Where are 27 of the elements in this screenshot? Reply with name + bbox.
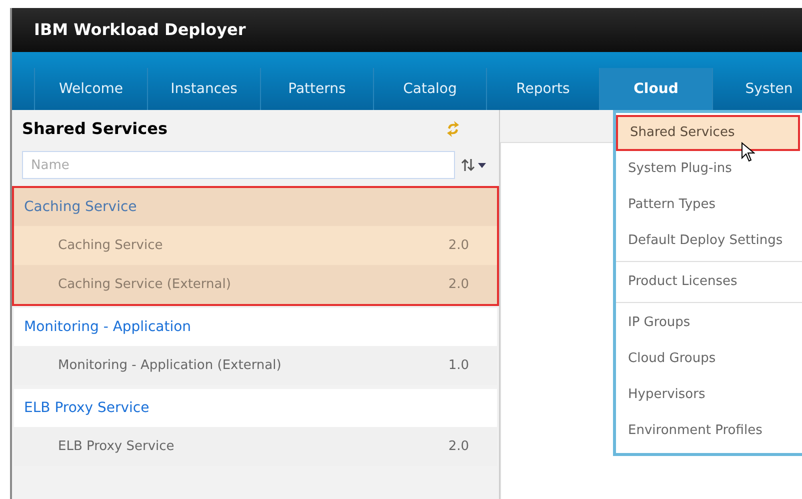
service-row[interactable]: Caching Service 2.0	[14, 226, 497, 265]
app-title: IBM Workload Deployer	[34, 19, 246, 41]
name-search-field[interactable]: Name	[22, 151, 455, 179]
service-name: Caching Service	[58, 236, 163, 255]
mouse-pointer-icon	[741, 142, 755, 162]
service-version: 2.0	[448, 438, 469, 456]
nav-tab[interactable]: Cloud	[599, 68, 712, 110]
service-name: ELB Proxy Service	[58, 438, 174, 456]
service-group-link[interactable]: ELB Proxy Service	[24, 398, 150, 418]
service-group-link[interactable]: Caching Service	[24, 196, 137, 218]
service-name: Caching Service (External)	[58, 276, 231, 294]
service-version: 2.0	[448, 276, 469, 294]
sort-icon[interactable]	[461, 158, 487, 172]
menu-item[interactable]: Shared Services	[616, 115, 800, 151]
service-version: 1.0	[448, 356, 469, 375]
service-group-link[interactable]: Monitoring - Application	[24, 316, 192, 338]
panel-title: Shared Services	[22, 118, 168, 140]
menu-item[interactable]: Product Licenses	[616, 264, 802, 300]
service-name: Monitoring - Application (External)	[58, 356, 282, 375]
menu-item[interactable]: Pattern Types	[616, 187, 802, 223]
menu-item[interactable]: Default Deploy Settings	[616, 223, 802, 259]
menu-item[interactable]: Environment Profiles	[616, 413, 802, 449]
service-version: 2.0	[448, 236, 469, 255]
menu-item[interactable]: Hypervisors	[616, 377, 802, 413]
menu-item[interactable]: System Plug-ins	[616, 151, 802, 187]
menu-item[interactable]: IP Groups	[616, 305, 802, 341]
menu-item[interactable]: Cloud Groups	[616, 341, 802, 377]
